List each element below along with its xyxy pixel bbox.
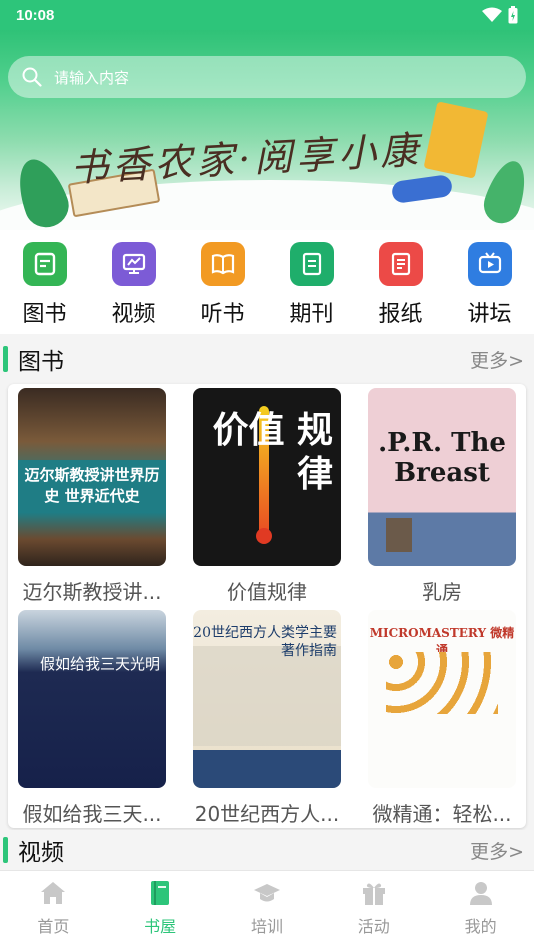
section-title: 视频 [18,840,64,866]
book-cover[interactable]: MICROMASTERY 微精通 [368,610,516,788]
cover-title: .P.R. The Breast [378,428,506,488]
book-title: 迈尔斯教授讲... [22,580,162,604]
category-lecture[interactable]: 讲坛 [450,230,530,334]
book-title: 20世纪西方人... [194,802,340,826]
journal-icon [289,242,334,286]
category-label: 图书 [22,302,67,327]
cover-title: 价值 规律 [212,409,333,495]
category-video[interactable]: 视频 [94,230,174,334]
bottom-tab-bar: 首页 书屋 培训 活动 我的 [0,870,534,950]
cover-title: 迈尔斯教授讲世界历史 世界近代史 [18,460,166,510]
tab-label: 培训 [250,917,283,936]
book-cover[interactable]: 20世纪西方人类学主要著作指南 [193,610,341,788]
author-photo [386,518,412,552]
bookshelf-icon [151,881,170,905]
book-icon [22,242,67,286]
section-title: 图书 [18,349,64,375]
category-label: 期刊 [289,302,334,327]
tab-bookshelf[interactable]: 书屋 [120,871,200,950]
gift-icon [362,883,385,905]
category-audiobook[interactable]: 听书 [183,230,263,334]
tab-training[interactable]: 培训 [227,871,307,950]
status-icons [482,6,518,24]
tab-label: 我的 [464,917,497,936]
book-item[interactable]: 假如给我三天光明 假如给我三天... [12,610,172,827]
more-link[interactable]: 更多> [470,346,524,373]
user-icon [469,882,492,905]
newspaper-icon [378,242,423,286]
book-item[interactable]: 20世纪西方人类学主要著作指南 20世纪西方人... [187,610,347,827]
audiobook-icon [200,242,245,286]
book-item[interactable]: 价值 规律 价值规律 [187,388,347,605]
section-accent-bar [3,346,8,372]
book-cover[interactable]: 假如给我三天光明 [18,610,166,788]
icon-grid-illustration [386,652,498,714]
tab-activity[interactable]: 活动 [334,871,414,950]
thermometer-bulb [256,528,272,544]
wifi-icon [482,7,502,22]
graduation-cap-icon [253,884,280,902]
banner[interactable]: 书香农家·阅享小康 请输入内容 [0,30,534,230]
section-accent-bar [3,837,8,863]
book-stack-decoration [423,101,489,179]
category-journal[interactable]: 期刊 [272,230,352,334]
cover-title: 20世纪西方人类学主要著作指南 [193,625,337,659]
search-input[interactable]: 请输入内容 [8,56,526,98]
section-header-books: 图书 更多> [0,334,534,384]
tab-label: 书屋 [144,917,177,936]
banner-title: 书香农家·阅享小康 [69,127,424,191]
book-item[interactable]: 迈尔斯教授讲世界历史 世界近代史 迈尔斯教授讲... [12,388,172,605]
search-icon [22,67,42,87]
book-cover[interactable]: .P.R. The Breast [368,388,516,566]
more-link[interactable]: 更多> [470,837,524,864]
book-item[interactable]: .P.R. The Breast 乳房 [362,388,522,605]
book-title: 价值规律 [227,580,307,604]
cover-title: 假如给我三天光明 [39,655,160,673]
category-book[interactable]: 图书 [5,230,85,334]
status-time: 10:08 [16,6,55,24]
battery-icon [508,6,518,24]
category-label: 讲坛 [467,302,512,327]
book-cover[interactable]: 迈尔斯教授讲世界历史 世界近代史 [18,388,166,566]
book-grid: 迈尔斯教授讲世界历史 世界近代史 迈尔斯教授讲... 价值 规律 价值规律 .P… [8,384,526,828]
tab-label: 活动 [357,917,390,936]
book-title: 微精通：轻松... [372,802,512,826]
cover-band [193,750,341,788]
category-label: 报纸 [378,302,423,327]
book-title: 假如给我三天... [22,802,162,826]
section-header-videos: 视频 更多> [0,830,534,870]
tab-home[interactable]: 首页 [13,871,93,950]
illustration [193,646,341,746]
tab-profile[interactable]: 我的 [441,871,521,950]
book-cover[interactable]: 价值 规律 [193,388,341,566]
video-icon [111,242,156,286]
category-label: 视频 [111,302,156,327]
book-item[interactable]: MICROMASTERY 微精通 微精通：轻松... [362,610,522,827]
category-newspaper[interactable]: 报纸 [361,230,441,334]
lecture-tv-icon [467,242,512,286]
search-placeholder: 请输入内容 [54,68,130,87]
category-nav: 图书 视频 听书 期刊 报纸 讲坛 [0,230,534,334]
tab-label: 首页 [37,917,70,936]
home-icon [41,882,66,904]
book-title: 乳房 [422,580,462,604]
status-bar: 10:08 [0,0,534,30]
category-label: 听书 [200,302,245,327]
